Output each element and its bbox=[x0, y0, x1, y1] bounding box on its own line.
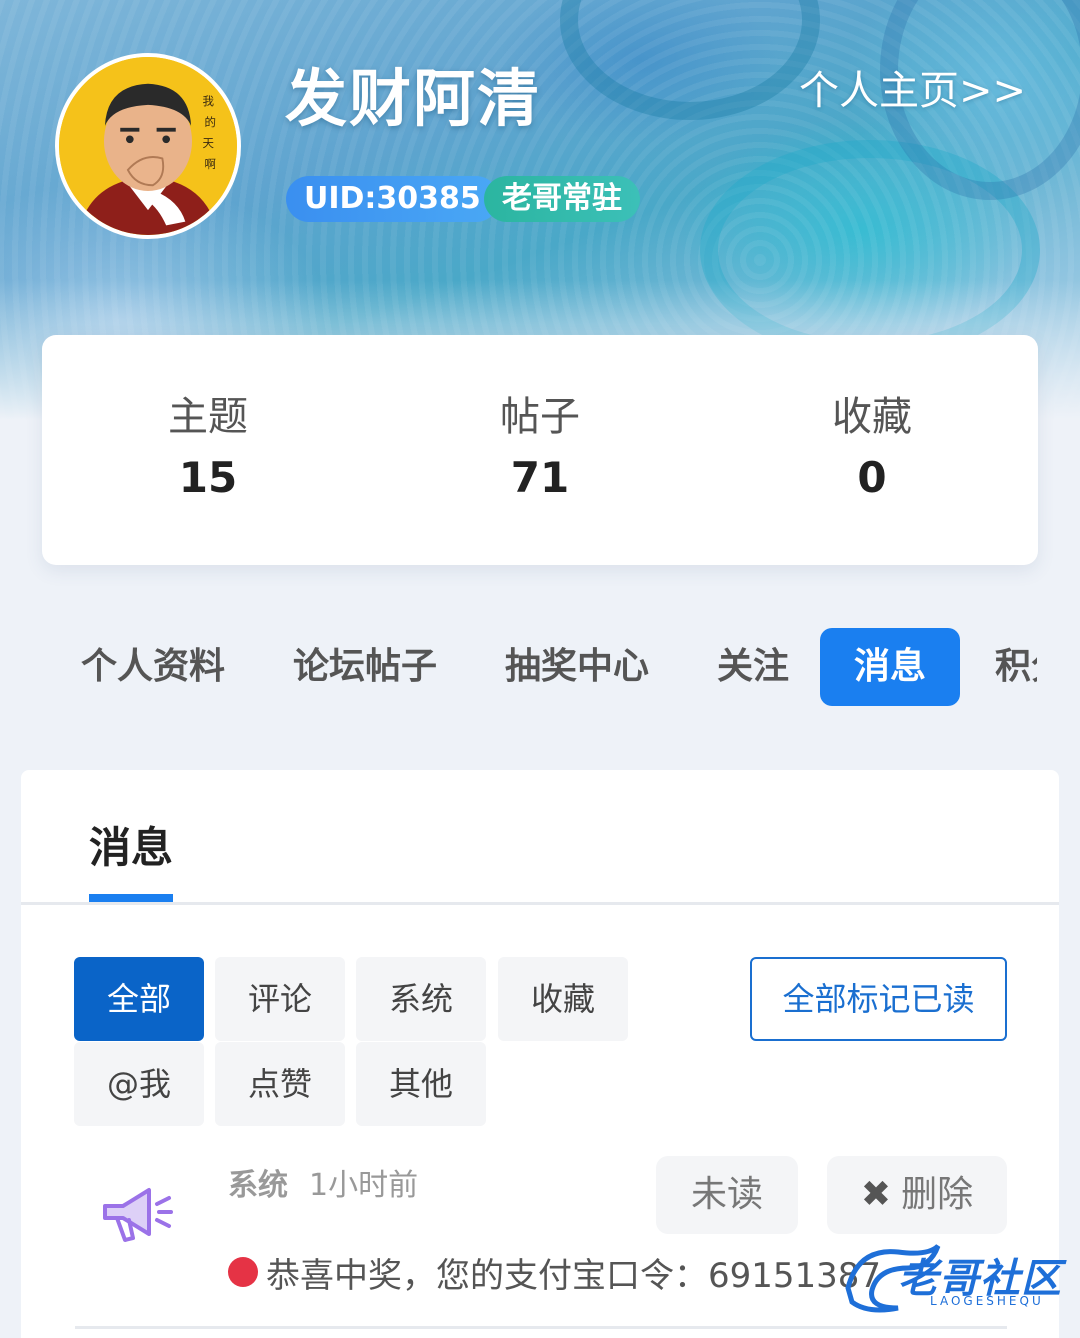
tab-forum-posts[interactable]: 论坛帖子 bbox=[293, 628, 437, 706]
stat-value: 0 bbox=[857, 453, 887, 502]
stat-label: 帖子 bbox=[500, 394, 580, 440]
stat-label: 收藏 bbox=[832, 394, 912, 440]
filter-likes[interactable]: 点赞 bbox=[215, 1042, 345, 1126]
mark-all-read-button[interactable]: 全部标记已读 bbox=[750, 957, 1007, 1041]
stat-posts[interactable]: 帖子 71 bbox=[374, 335, 706, 565]
username: 发财阿清 bbox=[285, 62, 542, 135]
divider bbox=[75, 1326, 1007, 1329]
tab-messages[interactable]: 消息 bbox=[820, 628, 961, 706]
delete-button[interactable]: ✖ 删除 bbox=[827, 1156, 1007, 1234]
divider bbox=[21, 902, 1059, 905]
stat-topics[interactable]: 主题 15 bbox=[42, 335, 374, 565]
rank-badge: 老哥常驻 bbox=[484, 176, 640, 222]
filter-other[interactable]: 其他 bbox=[356, 1042, 486, 1126]
message-type: 系统 bbox=[228, 1168, 288, 1203]
banner-decoration bbox=[560, 0, 820, 120]
unread-dot bbox=[228, 1257, 258, 1287]
close-icon: ✖ bbox=[860, 1174, 892, 1215]
svg-text:我: 我 bbox=[203, 94, 215, 108]
svg-text:的: 的 bbox=[204, 115, 215, 129]
panel-title[interactable]: 消息 bbox=[89, 814, 173, 875]
megaphone-icon bbox=[103, 1188, 173, 1242]
site-watermark-logo: 老哥社区 LAOGESHEQU bbox=[838, 1238, 1068, 1316]
delete-label: 删除 bbox=[901, 1174, 974, 1215]
tab-lottery-center[interactable]: 抽奖中心 bbox=[505, 628, 649, 706]
tab-points[interactable]: 积分 bbox=[995, 628, 1037, 706]
stats-card: 主题 15 帖子 71 收藏 0 bbox=[42, 335, 1038, 565]
message-time: 1小时前 bbox=[309, 1168, 419, 1203]
unread-button[interactable]: 未读 bbox=[656, 1156, 798, 1234]
uid-badge: UID:30385 bbox=[286, 176, 499, 222]
stat-value: 71 bbox=[510, 453, 570, 502]
svg-text:天: 天 bbox=[203, 136, 215, 150]
stat-value: 15 bbox=[178, 453, 238, 502]
filter-comments[interactable]: 评论 bbox=[215, 957, 345, 1041]
filter-favorites[interactable]: 收藏 bbox=[498, 957, 628, 1041]
profile-nav: 个人资料 论坛帖子 抽奖中心 关注 消息 积分 bbox=[0, 628, 1037, 708]
personal-homepage-link[interactable]: 个人主页>> bbox=[799, 58, 1026, 116]
avatar[interactable]: 我 的 天 啊 bbox=[55, 53, 241, 239]
filter-mentions[interactable]: @我 bbox=[74, 1042, 204, 1126]
filter-all[interactable]: 全部 bbox=[74, 957, 204, 1041]
svg-text:啊: 啊 bbox=[204, 157, 216, 171]
stat-label: 主题 bbox=[168, 394, 248, 440]
avatar-portrait-icon: 我 的 天 啊 bbox=[59, 57, 237, 235]
stat-favorites[interactable]: 收藏 0 bbox=[706, 335, 1038, 565]
tab-follow[interactable]: 关注 bbox=[717, 628, 789, 706]
tab-profile-info[interactable]: 个人资料 bbox=[81, 628, 225, 706]
filter-system[interactable]: 系统 bbox=[356, 957, 486, 1041]
watermark-subtext: LAOGESHEQU bbox=[930, 1294, 1044, 1308]
